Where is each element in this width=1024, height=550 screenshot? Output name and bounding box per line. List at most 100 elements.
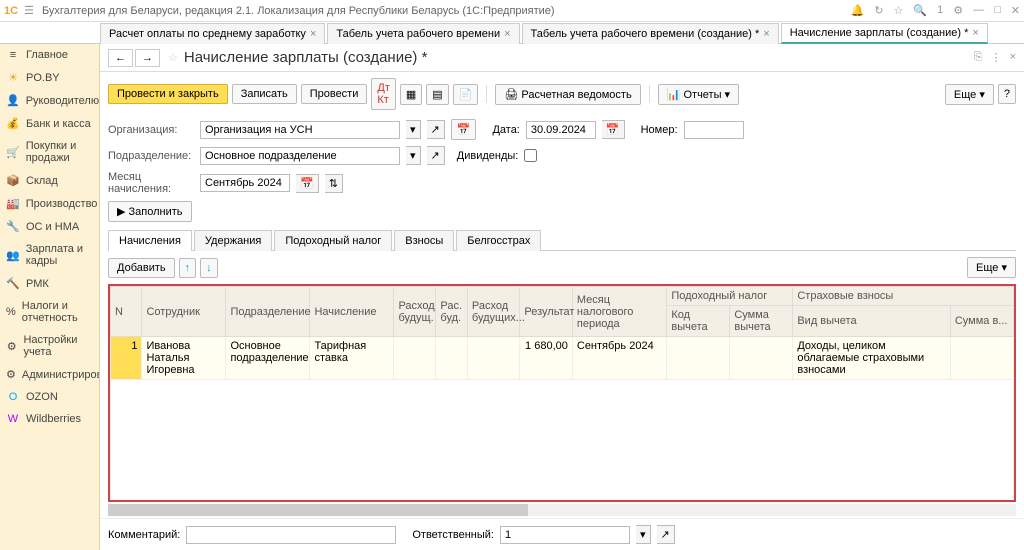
form-button[interactable]: ▦	[400, 84, 422, 105]
sidebar-item-admin[interactable]: ⚙Администрирование	[0, 363, 99, 386]
calendar-button[interactable]: 📅	[451, 119, 477, 140]
reports-button[interactable]: 📊 Отчеты ▾	[658, 84, 739, 105]
cell-employee[interactable]: Иванова Наталья Игоревна	[142, 337, 226, 380]
subtab-belgosstrakh[interactable]: Белгосстрах	[456, 230, 541, 251]
dropdown-icon[interactable]: ▾	[636, 525, 651, 544]
post-button[interactable]: Провести	[301, 84, 368, 104]
cell[interactable]	[667, 337, 730, 380]
tab-item[interactable]: Начисление зарплаты (создание) *×	[781, 23, 988, 44]
cell-tax-period[interactable]: Сентябрь 2024	[572, 337, 666, 380]
sidebar-item-production[interactable]: 🏭Производство	[0, 192, 99, 215]
fill-button[interactable]: ▶ Заполнить	[108, 201, 192, 222]
move-up-button[interactable]: ↑	[179, 258, 197, 278]
col-accrual[interactable]: Начисление	[310, 287, 394, 337]
tab-item[interactable]: Расчет оплаты по среднему заработку×	[100, 23, 325, 44]
help-button[interactable]: ?	[998, 84, 1016, 104]
col-income-tax[interactable]: Подоходный налог	[667, 287, 793, 306]
stepper-icon[interactable]: ⇅	[325, 174, 343, 193]
comment-input[interactable]	[186, 526, 396, 544]
favorite-icon[interactable]: ☆	[168, 51, 178, 64]
sidebar-item-settings[interactable]: ⚙Настройки учета	[0, 329, 99, 363]
subtab-contributions[interactable]: Взносы	[394, 230, 454, 251]
close-icon[interactable]: ×	[310, 28, 316, 40]
more-button[interactable]: Еще ▾	[945, 84, 994, 105]
cell-insurance-type[interactable]: Доходы, целиком облагаемые страховыми вз…	[793, 337, 950, 380]
cell[interactable]	[436, 337, 467, 380]
menu-icon[interactable]: ⋮	[991, 51, 1002, 64]
cell-accrual[interactable]: Тарифная ставка	[310, 337, 394, 380]
sidebar-item-bank[interactable]: 💰Банк и касса	[0, 112, 99, 135]
col-exp-b[interactable]: Рас. буд.	[436, 287, 467, 337]
subtab-income-tax[interactable]: Подоходный налог	[274, 230, 392, 251]
close-icon[interactable]: ×	[763, 28, 769, 40]
col-ded-sum[interactable]: Сумма вычета	[730, 306, 793, 337]
bell-icon[interactable]: 🔔	[851, 4, 865, 17]
subtab-accruals[interactable]: Начисления	[108, 230, 192, 251]
move-down-button[interactable]: ↓	[200, 258, 218, 278]
col-insurance[interactable]: Страховые взносы	[793, 287, 1014, 306]
settings-icon[interactable]: ⚙	[953, 4, 963, 17]
table-row[interactable]: 1 Иванова Наталья Игоревна Основное подр…	[111, 337, 1014, 380]
star-icon[interactable]: ☆	[894, 4, 904, 17]
cell-result[interactable]: 1 680,00	[520, 337, 572, 380]
sidebar-item-assets[interactable]: 🔧ОС и НМА	[0, 215, 99, 238]
cell[interactable]	[730, 337, 793, 380]
menu-icon[interactable]: ☰	[24, 4, 34, 17]
open-icon[interactable]: ↗	[427, 146, 445, 165]
dropdown-icon[interactable]: ▾	[406, 146, 421, 165]
calendar-icon[interactable]: 📅	[296, 174, 319, 193]
close-icon[interactable]: ✕	[1011, 4, 1020, 17]
doc-button[interactable]: 📄	[453, 84, 479, 105]
cell-dept[interactable]: Основное подразделение	[226, 337, 310, 380]
open-icon[interactable]: ↗	[427, 120, 445, 139]
col-ded-code[interactable]: Код вычета	[667, 306, 730, 337]
sidebar-item-rmk[interactable]: 🔨РМК	[0, 272, 99, 295]
maximize-icon[interactable]: □	[994, 4, 1001, 17]
cell[interactable]	[467, 337, 519, 380]
responsible-input[interactable]	[500, 526, 630, 544]
number-input[interactable]	[684, 121, 744, 139]
col-exp-future[interactable]: Расход будущ.	[394, 287, 436, 337]
col-exp-future2[interactable]: Расход будущих...	[467, 287, 519, 337]
table-more-button[interactable]: Еще ▾	[967, 257, 1016, 278]
col-employee[interactable]: Сотрудник	[142, 287, 226, 337]
accruals-table[interactable]: N Сотрудник Подразделение Начисление Рас…	[108, 284, 1016, 502]
month-input[interactable]	[200, 174, 290, 192]
col-tax-period[interactable]: Месяц налогового периода	[572, 287, 666, 337]
dept-input[interactable]	[200, 147, 400, 165]
list-button[interactable]: ▤	[426, 84, 448, 105]
close-icon[interactable]: ×	[504, 28, 510, 40]
sidebar-item-sales[interactable]: 🛒Покупки и продажи	[0, 135, 99, 169]
dropdown-icon[interactable]: ▾	[406, 120, 421, 139]
horizontal-scrollbar[interactable]	[108, 504, 1016, 516]
col-dept[interactable]: Подразделение	[226, 287, 310, 337]
col-sum-v[interactable]: Сумма в...	[950, 306, 1013, 337]
col-n[interactable]: N	[111, 287, 142, 337]
sidebar-item-wb[interactable]: WWildberries	[0, 408, 99, 430]
col-ded-type[interactable]: Вид вычета	[793, 306, 950, 337]
date-input[interactable]	[526, 121, 596, 139]
sidebar-item-manager[interactable]: 👤Руководителю	[0, 89, 99, 112]
calendar-icon[interactable]: 📅	[602, 120, 625, 139]
org-input[interactable]	[200, 121, 400, 139]
tab-item[interactable]: Табель учета рабочего времени×	[327, 23, 519, 44]
post-and-close-button[interactable]: Провести и закрыть	[108, 84, 228, 104]
tab-item[interactable]: Табель учета рабочего времени (создание)…	[522, 23, 779, 44]
write-button[interactable]: Записать	[232, 84, 297, 104]
close-icon[interactable]: ×	[1010, 51, 1016, 64]
subtab-deductions[interactable]: Удержания	[194, 230, 272, 251]
transactions-button[interactable]: ДтКт	[371, 78, 396, 110]
sidebar-item-taxes[interactable]: %Налоги и отчетность	[0, 295, 99, 329]
minimize-icon[interactable]: —	[973, 4, 984, 17]
nav-forward-button[interactable]: →	[135, 49, 160, 67]
sidebar-item-poby[interactable]: ☀PO.BY	[0, 66, 99, 89]
sidebar-item-hr[interactable]: 👥Зарплата и кадры	[0, 238, 99, 272]
sidebar-item-ozon[interactable]: OOZON	[0, 386, 99, 408]
history-icon[interactable]: ↻	[874, 4, 883, 17]
close-icon[interactable]: ×	[972, 27, 978, 39]
print-sheet-button[interactable]: 🖨 Расчетная ведомость	[495, 84, 640, 105]
col-result[interactable]: Результат	[520, 287, 572, 337]
open-icon[interactable]: ↗	[657, 525, 675, 544]
search-icon[interactable]: 🔍	[913, 4, 927, 17]
nav-back-button[interactable]: ←	[108, 49, 133, 67]
